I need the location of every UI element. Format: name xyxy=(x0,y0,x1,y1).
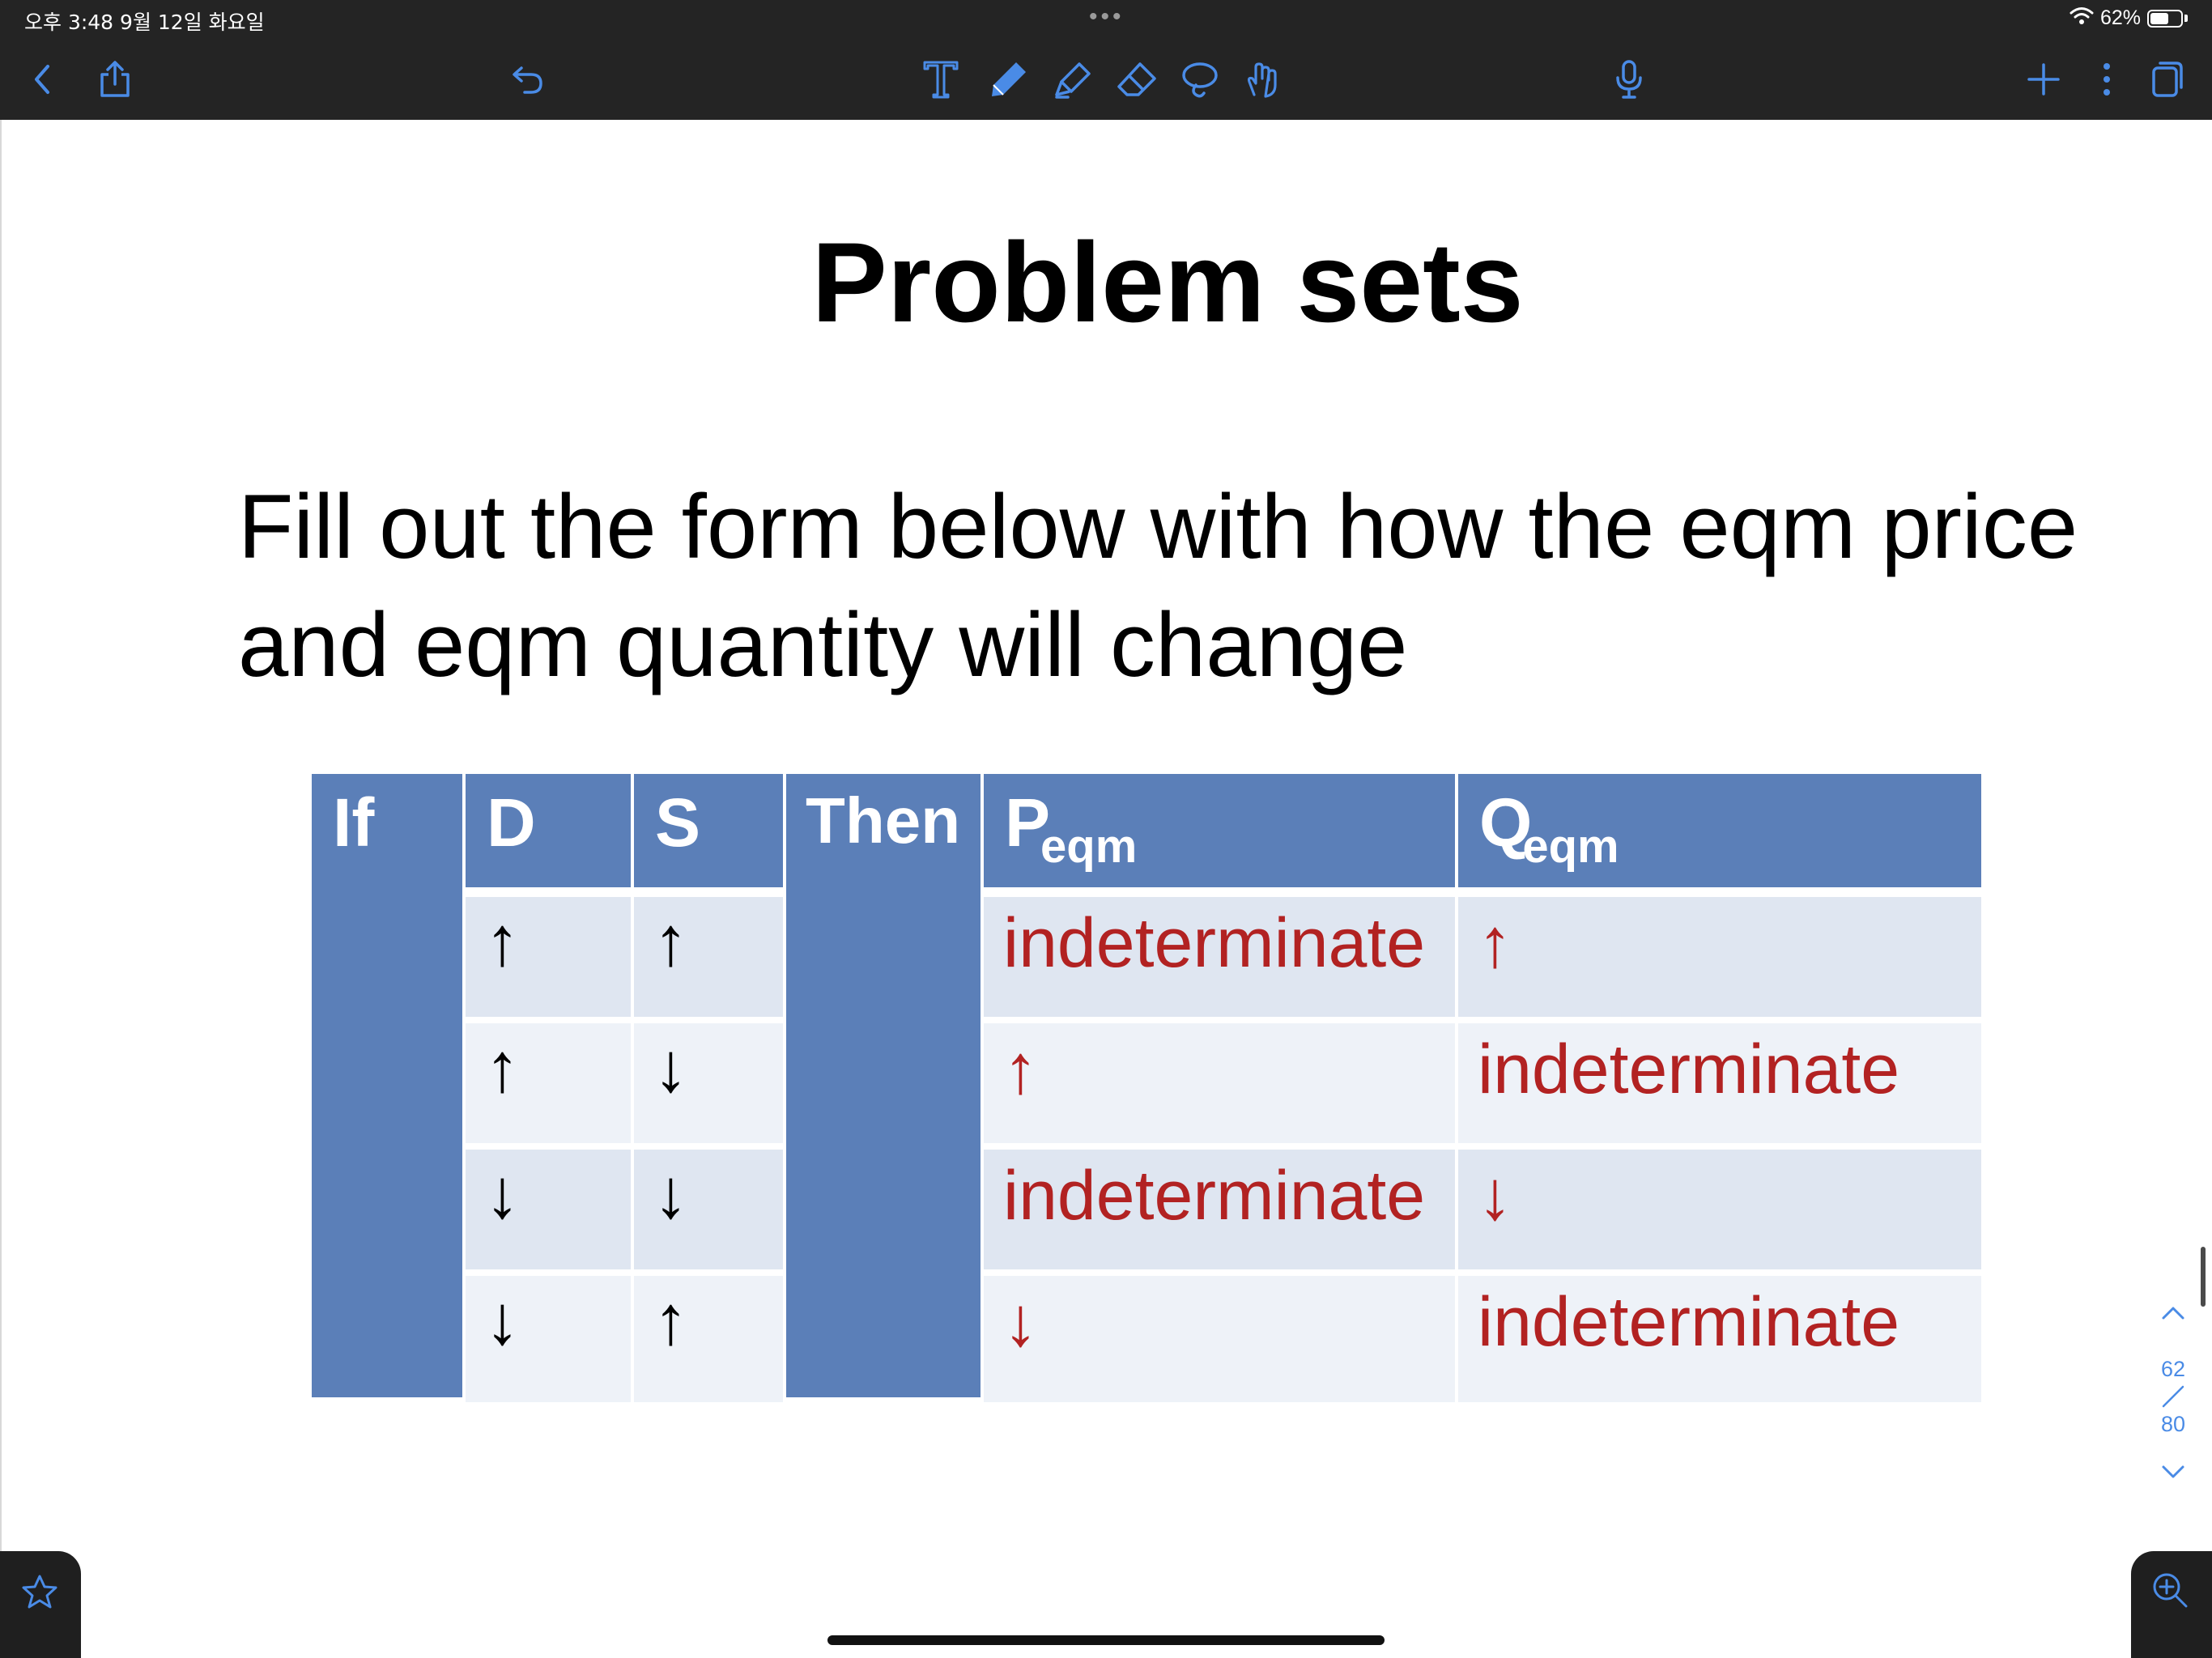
battery-icon xyxy=(2147,9,2183,28)
table-row-1-p: indeterminate xyxy=(984,897,1455,1017)
page-down-chevron-icon[interactable] xyxy=(2160,1464,2186,1484)
share-icon[interactable] xyxy=(92,57,138,102)
hand-gesture-icon[interactable] xyxy=(1240,57,1286,102)
page-navigator: 62 80 xyxy=(2134,1295,2212,1506)
instructions-line-1: Fill out the form below with how the eqm… xyxy=(238,476,2078,577)
table-header-q-eqm: Qeqm xyxy=(1458,774,1981,887)
slide-instructions: Fill out the form below with how the eqm… xyxy=(238,468,2181,704)
pen-tool-icon[interactable] xyxy=(986,57,1032,102)
add-icon[interactable] xyxy=(2021,57,2066,102)
wifi-icon xyxy=(2069,6,2094,30)
table-row-4-s: ↑ xyxy=(634,1276,783,1402)
table-row-1-s: ↑ xyxy=(634,897,783,1017)
table-row-2-d: ↑ xyxy=(466,1023,631,1143)
table-header-if: If xyxy=(312,774,462,1397)
current-page-number: 62 xyxy=(2160,1357,2186,1381)
pages-icon[interactable] xyxy=(2144,57,2189,102)
table-row-2-s: ↓ xyxy=(634,1023,783,1143)
table-row-2-q: indeterminate xyxy=(1458,1023,1981,1143)
p-eqm-sub: eqm xyxy=(1040,820,1138,873)
slide-title: Problem sets xyxy=(811,219,1524,346)
undo-icon[interactable] xyxy=(505,57,551,102)
table-row-3-q: ↓ xyxy=(1458,1150,1981,1269)
favorite-button[interactable] xyxy=(0,1551,81,1658)
table-row-1-q: ↑ xyxy=(1458,897,1981,1017)
multitask-dots[interactable]: ••• xyxy=(1089,5,1125,29)
problem-table: If D S Then Peqm Qeqm ↑ ↑ indeterminate … xyxy=(312,774,1981,1409)
status-bar: 오후 3:48 9월 12일 화요일 ••• 62% xyxy=(0,0,2212,39)
table-row-1-d: ↑ xyxy=(466,897,631,1017)
table-row-4-q: indeterminate xyxy=(1458,1276,1981,1402)
zoom-in-button[interactable] xyxy=(2131,1551,2212,1658)
battery-fill xyxy=(2150,12,2168,24)
more-vertical-icon[interactable] xyxy=(2084,57,2129,102)
table-row-3-s: ↓ xyxy=(634,1150,783,1269)
instructions-line-2: and eqm quantity will change xyxy=(238,594,1408,695)
table-header-then: Then xyxy=(786,774,981,1397)
table-header-p-eqm: Peqm xyxy=(984,774,1455,887)
table-row-2-p: ↑ xyxy=(984,1023,1455,1143)
app-screen: 오후 3:48 9월 12일 화요일 ••• 62% Problem sets … xyxy=(0,0,2212,1658)
battery-cap xyxy=(2184,15,2188,22)
document-page[interactable]: Problem sets Fill out the form below wit… xyxy=(0,120,2212,1658)
total-page-count: 80 xyxy=(2160,1412,2186,1436)
status-time-date: 오후 3:48 9월 12일 화요일 xyxy=(24,11,265,34)
table-row-4-d: ↓ xyxy=(466,1276,631,1402)
table-header-s: S xyxy=(634,774,783,887)
star-icon xyxy=(21,1574,58,1613)
table-row-4-p: ↓ xyxy=(984,1276,1455,1402)
q-eqm-sub: eqm xyxy=(1522,820,1619,873)
back-chevron-icon[interactable] xyxy=(19,57,65,102)
home-indicator[interactable] xyxy=(827,1635,1385,1645)
notes-toolbar xyxy=(0,39,2212,120)
table-row-3-p: indeterminate xyxy=(984,1150,1455,1269)
zoom-in-icon xyxy=(2150,1571,2189,1613)
page-up-chevron-icon[interactable] xyxy=(2160,1305,2186,1325)
page-divider-icon xyxy=(2160,1384,2186,1413)
battery-percent: 62% xyxy=(2099,6,2141,29)
highlighter-tool-icon[interactable] xyxy=(1051,57,1096,102)
table-row-3-d: ↓ xyxy=(466,1150,631,1269)
eraser-tool-icon[interactable] xyxy=(1114,57,1159,102)
microphone-icon[interactable] xyxy=(1606,57,1652,102)
status-right-group: 62% xyxy=(2069,6,2188,30)
table-header-d: D xyxy=(466,774,631,887)
text-tool-icon[interactable] xyxy=(918,57,963,102)
lasso-tool-icon[interactable] xyxy=(1177,57,1223,102)
